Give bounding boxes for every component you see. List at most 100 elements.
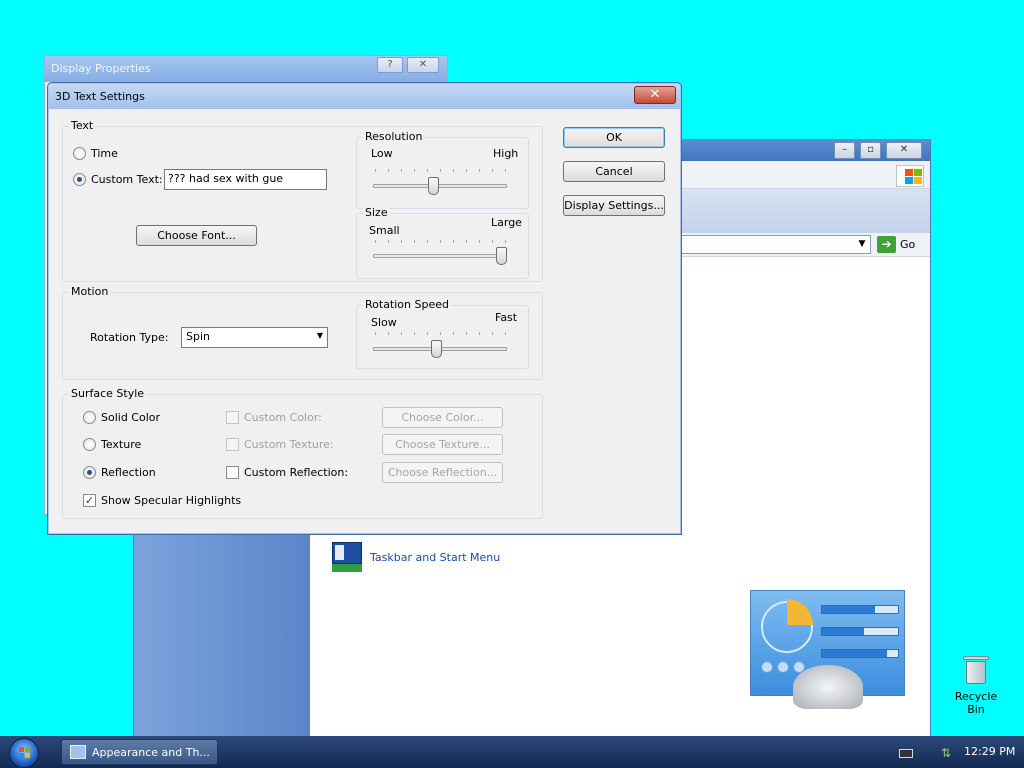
recycle-bin-label: Recycle Bin xyxy=(954,690,998,716)
slider-tick xyxy=(401,169,402,172)
minimize-button[interactable]: – xyxy=(834,142,855,159)
size-label: Size xyxy=(363,206,390,219)
slider-tick xyxy=(427,240,428,243)
reflection-radio[interactable]: Reflection xyxy=(83,466,156,479)
help-icon[interactable]: ? xyxy=(377,57,403,73)
custom-text-label: Custom Text: xyxy=(91,173,163,186)
show-specular-label: Show Specular Highlights xyxy=(101,494,242,507)
taskbar-window-label: Appearance and Th... xyxy=(92,745,210,759)
slider-tick xyxy=(388,169,389,172)
rotation-speed-slow-label: Slow xyxy=(371,316,397,329)
slider-tick xyxy=(466,169,467,172)
slider-tick xyxy=(505,240,506,243)
size-large-label: Large xyxy=(491,216,522,229)
close-icon[interactable]: ✕ xyxy=(634,86,676,104)
resolution-slider-thumb[interactable] xyxy=(428,177,440,195)
rotation-speed-slider-thumb[interactable] xyxy=(430,340,442,358)
radio-solid-color-indicator xyxy=(83,411,96,424)
close-icon[interactable]: ✕ xyxy=(886,142,922,159)
texture-label: Texture xyxy=(101,438,142,451)
custom-text-radio[interactable]: Custom Text: xyxy=(73,173,163,186)
custom-reflection-label: Custom Reflection: xyxy=(244,466,349,479)
slider-tick xyxy=(453,240,454,243)
choose-texture-button[interactable]: Choose Texture... xyxy=(382,434,503,455)
check-icon: ✓ xyxy=(83,494,96,507)
choose-font-button[interactable]: Choose Font... xyxy=(136,225,257,246)
chevron-down-icon: ▼ xyxy=(316,331,323,340)
slider-tick xyxy=(505,169,506,172)
task-link-label: Taskbar and Start Menu xyxy=(370,550,501,564)
custom-color-label: Custom Color: xyxy=(244,411,322,424)
slider-tick xyxy=(375,169,376,172)
taskbar-icon xyxy=(332,542,362,572)
ok-button[interactable]: OK xyxy=(563,127,665,148)
solid-color-radio[interactable]: Solid Color xyxy=(83,411,160,424)
resolution-track[interactable] xyxy=(373,184,507,188)
slider-tick xyxy=(427,332,428,335)
custom-color-checkbox[interactable]: Custom Color: xyxy=(226,411,322,424)
rotation-type-select[interactable]: Spin ▼ xyxy=(181,327,328,348)
slider-tick xyxy=(492,169,493,172)
radio-reflection-indicator xyxy=(83,466,96,479)
show-specular-checkbox[interactable]: ✓ Show Specular Highlights xyxy=(83,494,241,507)
taskbar-start-menu-link[interactable]: Taskbar and Start Menu xyxy=(332,542,500,572)
slider-tick xyxy=(479,169,480,172)
go-button[interactable]: ➔ Go xyxy=(877,235,915,254)
slider-tick xyxy=(401,240,402,243)
close-icon[interactable]: ✕ xyxy=(407,57,439,73)
custom-reflection-checkbox[interactable]: Custom Reflection: xyxy=(226,466,348,479)
size-slider-thumb[interactable] xyxy=(496,247,507,265)
dialog-client: Text Time Custom Text: ??? had sex with … xyxy=(54,113,675,529)
recycle-bin[interactable]: Recycle Bin xyxy=(946,656,1006,716)
dialog-titlebar: 3D Text Settings ✕ xyxy=(49,84,680,109)
slider-tick xyxy=(401,332,402,335)
dialog-title: 3D Text Settings xyxy=(55,90,145,103)
size-track[interactable] xyxy=(373,254,507,258)
motion-group: Motion Rotation Type: Spin ▼ Rotation Sp… xyxy=(62,285,543,380)
slider-tick xyxy=(492,332,493,335)
slider-tick xyxy=(479,240,480,243)
custom-texture-checkbox[interactable]: Custom Texture: xyxy=(226,438,334,451)
slider-tick xyxy=(453,169,454,172)
slider-tick xyxy=(414,169,415,172)
resolution-label: Resolution xyxy=(363,130,425,143)
display-properties-titlebar: Display Properties ? ✕ xyxy=(45,56,447,82)
resolution-high-label: High xyxy=(493,147,519,160)
control-panel-illustration xyxy=(750,590,905,709)
chevron-down-icon[interactable]: ▼ xyxy=(854,236,870,253)
start-button[interactable] xyxy=(9,738,39,768)
keyboard-icon[interactable] xyxy=(899,749,913,758)
taskbar-window-button[interactable]: Appearance and Th... xyxy=(61,739,218,765)
cancel-button[interactable]: Cancel xyxy=(563,161,665,182)
recycle-bin-icon xyxy=(963,656,989,684)
texture-radio[interactable]: Texture xyxy=(83,438,141,451)
rotation-speed-ticks xyxy=(375,332,506,335)
resolution-low-label: Low xyxy=(371,147,393,160)
network-icon[interactable]: ⇅ xyxy=(941,746,955,760)
slider-tick xyxy=(440,332,441,335)
size-group: Size Small Large xyxy=(356,206,529,279)
text-group-label: Text xyxy=(69,119,96,132)
go-label: Go xyxy=(900,238,916,251)
radio-texture-indicator xyxy=(83,438,96,451)
control-panel-icon xyxy=(70,745,86,759)
rotation-type-value: Spin xyxy=(186,330,210,343)
slider-tick xyxy=(466,332,467,335)
solid-color-label: Solid Color xyxy=(101,411,161,424)
rotation-speed-group: Rotation Speed Slow Fast xyxy=(356,298,529,369)
maximize-icon[interactable]: ▫ xyxy=(860,142,881,159)
choose-reflection-button[interactable]: Choose Reflection... xyxy=(382,462,503,483)
slider-tick xyxy=(388,332,389,335)
windows-logo-icon xyxy=(19,747,31,759)
rotation-speed-label: Rotation Speed xyxy=(363,298,451,311)
slider-tick xyxy=(375,332,376,335)
choose-color-button[interactable]: Choose Color... xyxy=(382,407,503,428)
slider-tick xyxy=(414,240,415,243)
surface-style-label: Surface Style xyxy=(69,387,147,400)
clock[interactable]: 12:29 PM xyxy=(964,745,1015,758)
custom-text-input[interactable]: ??? had sex with gue xyxy=(164,169,327,190)
display-properties-title: Display Properties xyxy=(51,62,151,75)
time-radio[interactable]: Time xyxy=(73,147,118,160)
display-settings-button[interactable]: Display Settings... xyxy=(563,195,665,216)
slider-tick xyxy=(414,332,415,335)
